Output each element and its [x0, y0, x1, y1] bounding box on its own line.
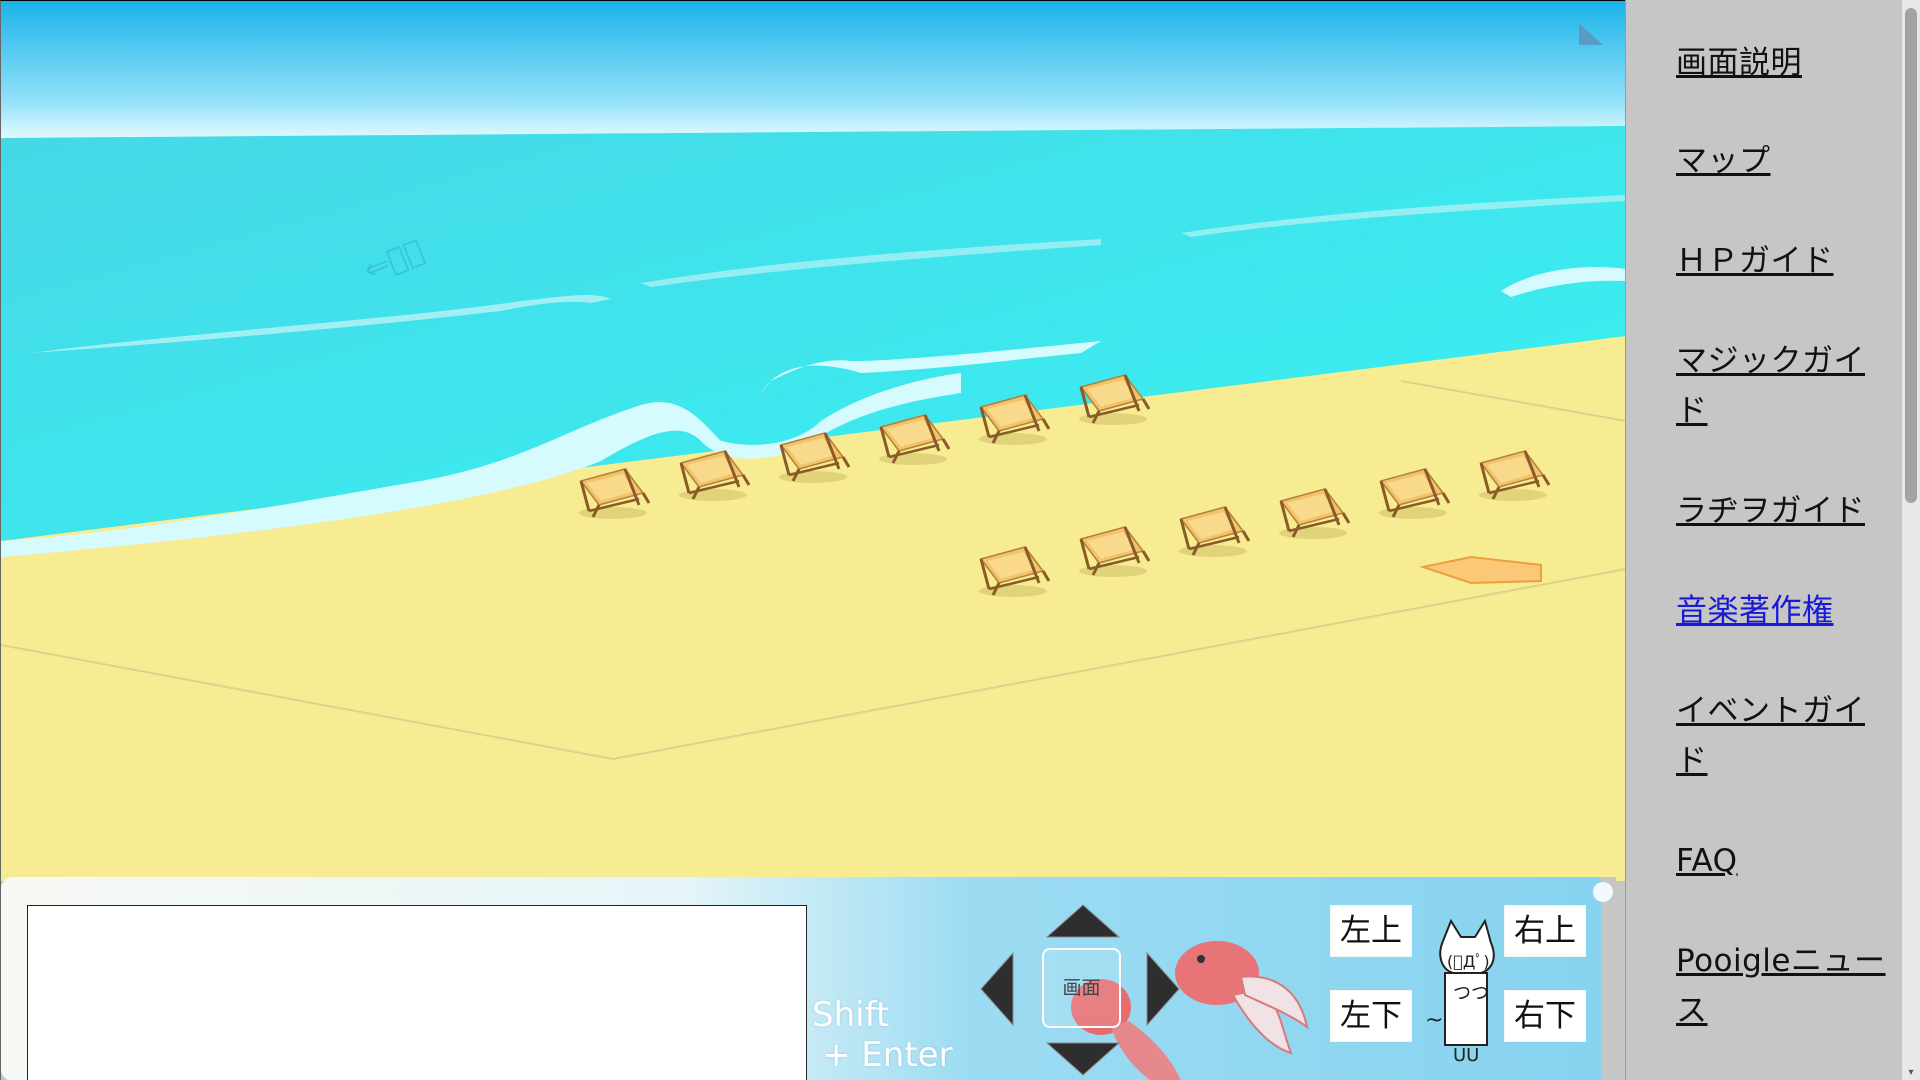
hint-line-2: + Enter — [822, 1035, 953, 1075]
move-up-right-button[interactable]: 右上 — [1505, 906, 1585, 956]
sidebar-item-faq[interactable]: FAQ — [1676, 836, 1886, 886]
sidebar-item-magic-guide[interactable]: マジックガイド — [1676, 336, 1886, 436]
chat-input[interactable] — [27, 905, 807, 1080]
svg-text:UU: UU — [1453, 1045, 1479, 1066]
sidebar-item-hp-guide[interactable]: ＨＰガイド — [1676, 236, 1886, 286]
dpad-left-icon[interactable] — [979, 951, 1015, 1027]
dpad-down-icon[interactable] — [1045, 1041, 1121, 1077]
scrollbar-thumb[interactable] — [1905, 8, 1917, 503]
sidebar-item-pooigle-news[interactable]: Pooigleニュース — [1676, 936, 1886, 1036]
scroll-down-icon[interactable]: ▾ — [1906, 1068, 1916, 1078]
sidebar-item-radio-guide[interactable]: ラヂヲガイド — [1676, 486, 1886, 536]
sidebar-item-event-guide[interactable]: イベントガイド — [1676, 686, 1886, 786]
dpad-up-icon[interactable] — [1045, 903, 1121, 939]
screen-button[interactable]: 画面 — [1042, 948, 1121, 1028]
svg-text:~: ~ — [1425, 1008, 1443, 1033]
sidebar-scrollbar[interactable]: ▾ — [1902, 0, 1920, 1080]
move-down-right-button[interactable]: 右下 — [1505, 991, 1585, 1041]
sidebar-item-map[interactable]: マップ — [1676, 136, 1886, 186]
hint-line-1: Shift — [812, 995, 890, 1035]
svg-text:(ﾟДﾟ): (ﾟДﾟ) — [1447, 952, 1490, 971]
move-up-left-button[interactable]: 左上 — [1331, 906, 1411, 956]
corner-marker-icon[interactable] — [1579, 21, 1605, 47]
svg-text:つつ: つつ — [1453, 983, 1489, 1004]
beach-scene[interactable]: ⇐ﾞﾞ — [1, 1, 1625, 881]
game-viewport[interactable]: ⇐ﾞﾞ (ﾟДﾟ) つつ ~ UU Shift + Enter 画面 左上 右上… — [0, 0, 1625, 1080]
sidebar: 画面説明 マップ ＨＰガイド マジックガイド ラヂヲガイド 音楽著作権 イベント… — [1625, 0, 1920, 1080]
sidebar-item-music-copyright[interactable]: 音楽著作権 — [1676, 586, 1886, 636]
send-shortcut-hint: Shift + Enter — [812, 995, 953, 1075]
move-down-left-button[interactable]: 左下 — [1331, 991, 1411, 1041]
sidebar-item-screen-guide[interactable]: 画面説明 — [1676, 38, 1886, 88]
dpad-right-icon[interactable] — [1145, 951, 1181, 1027]
